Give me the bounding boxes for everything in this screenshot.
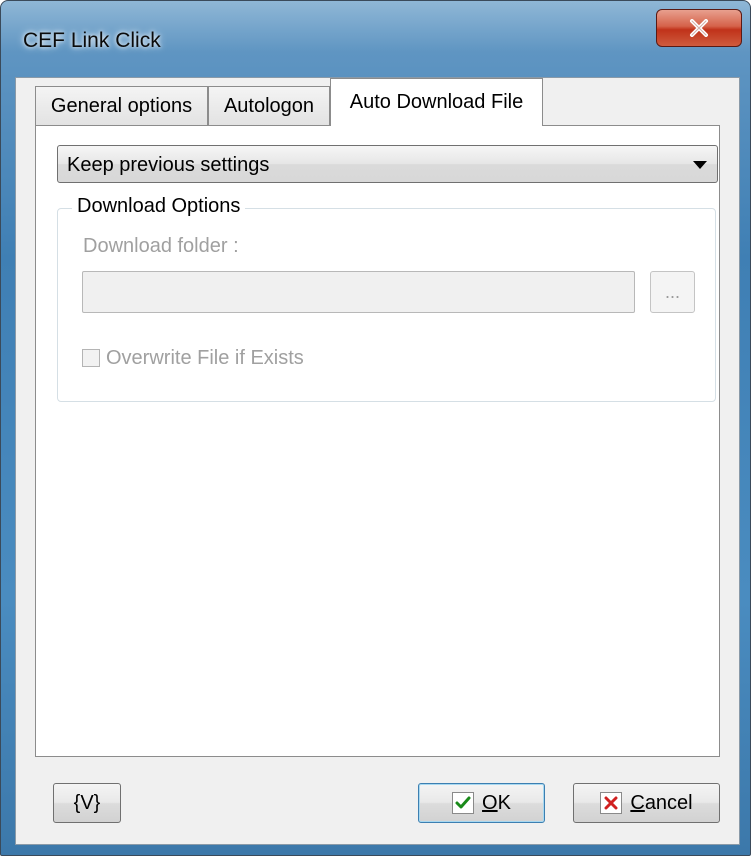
browse-folder-button[interactable]: ... bbox=[650, 271, 695, 313]
ok-label: OK bbox=[482, 791, 511, 814]
cancel-x-icon bbox=[600, 792, 623, 814]
close-button[interactable] bbox=[656, 9, 742, 47]
download-mode-value: Keep previous settings bbox=[67, 154, 270, 176]
tab-auto-download-file[interactable]: Auto Download File bbox=[330, 78, 543, 126]
download-folder-label: Download folder : bbox=[83, 235, 239, 257]
close-icon bbox=[688, 19, 710, 37]
tab-general-options[interactable]: General options bbox=[35, 86, 208, 126]
window-title: CEF Link Click bbox=[23, 29, 161, 52]
overwrite-option[interactable]: Overwrite File if Exists bbox=[82, 345, 304, 371]
tab-panel-auto-download-file: Keep previous settings Download Options … bbox=[35, 125, 720, 757]
download-options-legend: Download Options bbox=[72, 195, 246, 218]
tab-autologon[interactable]: Autologon bbox=[208, 86, 330, 126]
cancel-button[interactable]: Cancel bbox=[573, 783, 720, 823]
overwrite-checkbox[interactable] bbox=[82, 349, 100, 367]
variables-button[interactable]: {V} bbox=[53, 783, 121, 823]
dialog-client-area: General options Autologon Auto Download … bbox=[15, 77, 740, 845]
download-folder-input[interactable] bbox=[82, 271, 635, 313]
dialog-window: CEF Link Click General options Autologon… bbox=[0, 0, 751, 856]
download-mode-select[interactable]: Keep previous settings bbox=[57, 145, 718, 183]
check-icon bbox=[452, 792, 475, 814]
title-bar[interactable]: CEF Link Click bbox=[1, 1, 750, 77]
overwrite-label: Overwrite File if Exists bbox=[106, 346, 304, 369]
chevron-down-icon bbox=[693, 161, 707, 169]
ok-button[interactable]: OK bbox=[418, 783, 545, 823]
cancel-label: Cancel bbox=[630, 791, 693, 814]
download-options-group: Download Options Download folder : ... O… bbox=[57, 195, 716, 402]
